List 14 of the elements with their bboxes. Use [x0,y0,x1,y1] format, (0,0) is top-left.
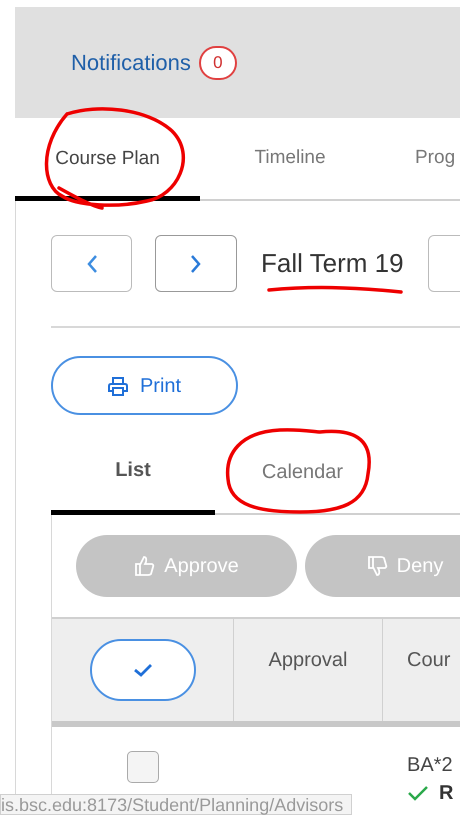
status-bar-url: is.bsc.edu:8173/Student/Planning/Advisors [0,794,352,815]
tab[interactable]: Course Plan [15,118,200,201]
tab[interactable]: Timeline [200,118,380,199]
tab[interactable]: Prog [380,118,456,199]
column-header: Approval [268,648,348,673]
column-header: Cour [407,648,450,673]
course-code: BA*2 [407,755,454,775]
notification-count-badge: 0 [198,46,237,80]
print-button[interactable]: Print [51,356,238,415]
notifications-link[interactable]: Notifications [71,52,191,74]
view-tab[interactable]: Calendar [215,430,390,513]
view-tab[interactable]: List [51,430,215,515]
term-title: Fall Term 19 [261,247,404,280]
status-text: R [439,783,454,803]
